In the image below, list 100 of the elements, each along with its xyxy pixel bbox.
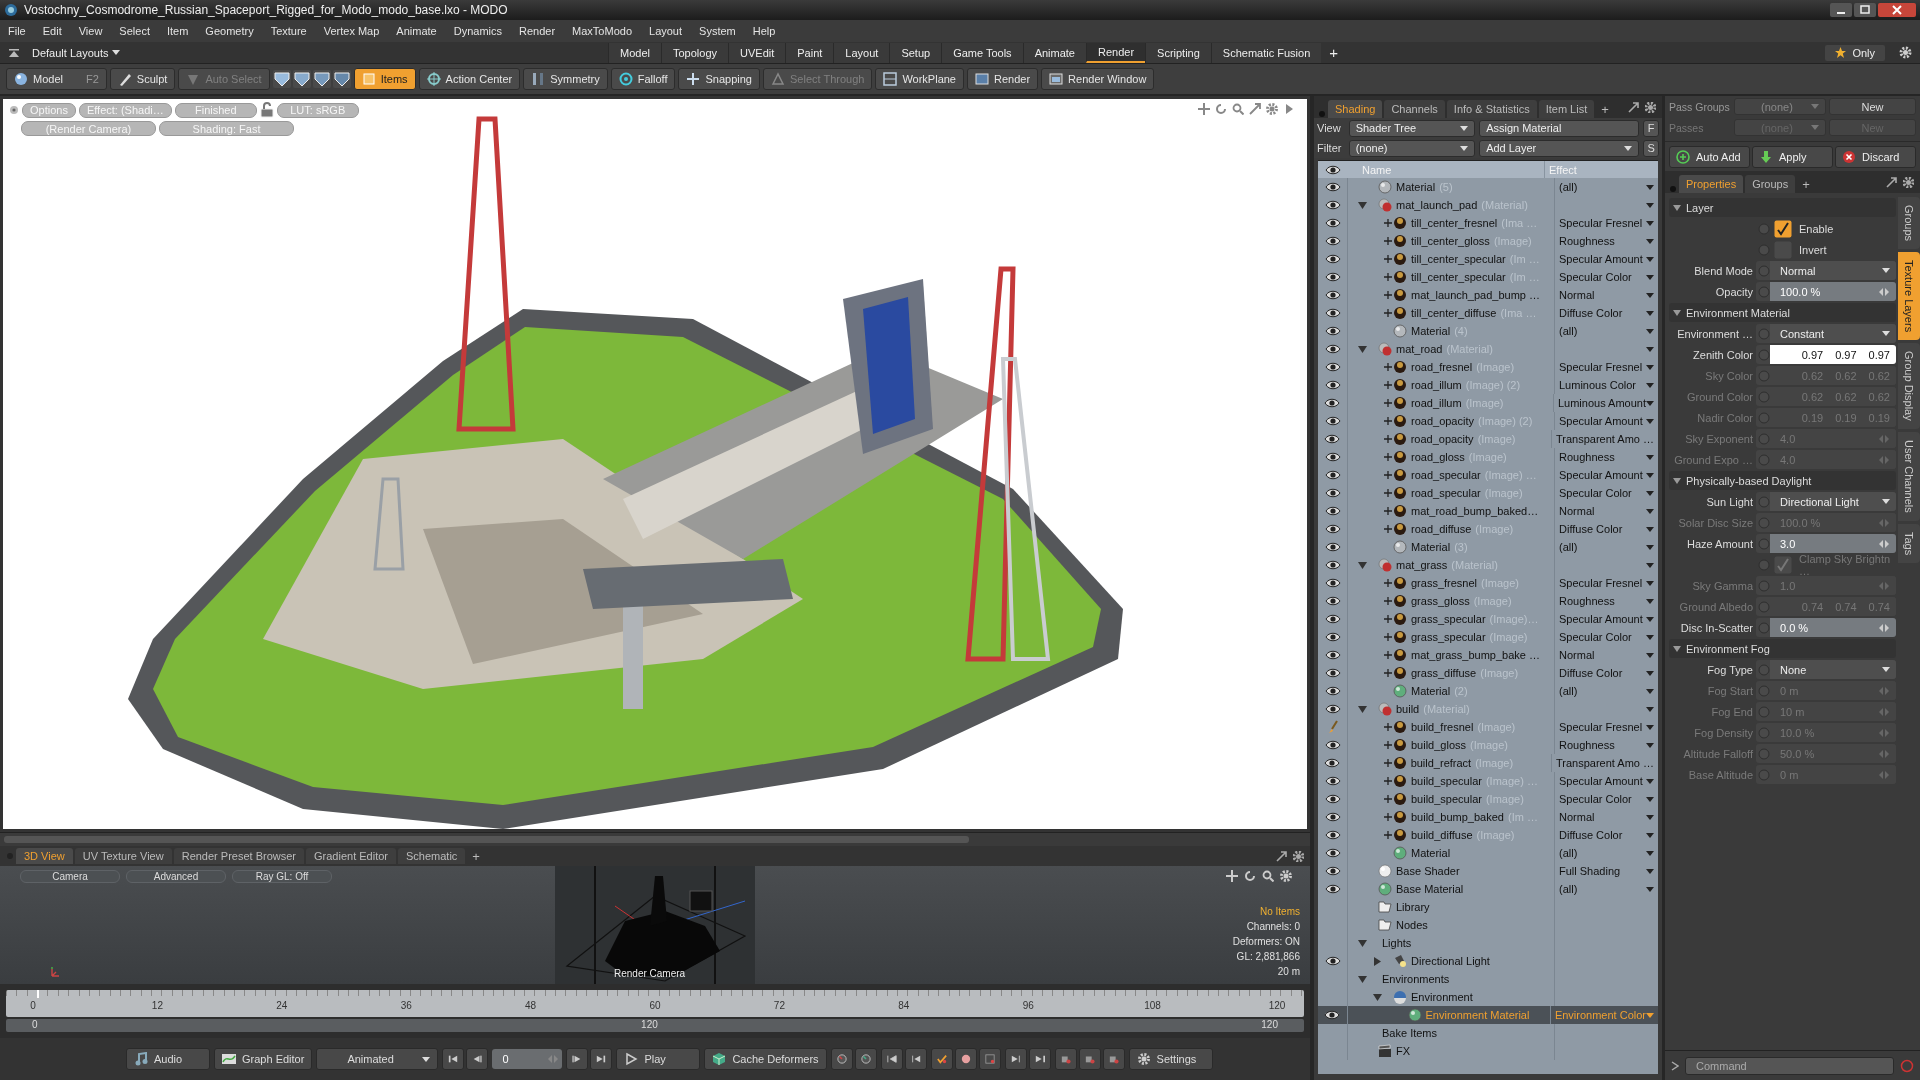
panel-tab[interactable]: Properties [1679, 175, 1744, 193]
plus-icon[interactable] [1383, 435, 1392, 443]
caret-icon[interactable] [1646, 310, 1654, 316]
side-tab[interactable]: Groups [1898, 197, 1920, 250]
plus-icon[interactable] [1384, 237, 1392, 245]
menu-item[interactable]: MaxToModo [572, 25, 632, 37]
plus-icon[interactable] [1383, 399, 1392, 407]
caret-icon[interactable] [1646, 580, 1654, 586]
eye-icon[interactable] [1324, 668, 1341, 678]
toggle-button[interactable]: F [1643, 119, 1659, 137]
close-icon[interactable] [1878, 3, 1916, 17]
eye-icon[interactable] [1324, 884, 1341, 894]
action-button[interactable]: Apply [1752, 145, 1833, 168]
panel-tab[interactable]: Shading [1328, 100, 1383, 118]
dropdown[interactable]: (none) [1348, 139, 1476, 157]
settings-icon[interactable] [1903, 176, 1914, 188]
plus-icon[interactable] [1383, 759, 1392, 767]
layout-tab[interactable]: Topology [660, 42, 728, 63]
plus-icon[interactable] [1384, 291, 1392, 299]
shield-icon[interactable] [292, 70, 311, 88]
transport-button[interactable]: Play [616, 1048, 701, 1070]
channel-dot-icon[interactable] [1758, 243, 1770, 256]
transport-button[interactable]: Cache Deformers [704, 1048, 827, 1070]
skip-start-icon[interactable] [442, 1048, 465, 1070]
layout-tab[interactable]: Scripting [1145, 42, 1211, 63]
plus-icon[interactable] [1384, 507, 1392, 515]
tree-row[interactable]: Lights [1318, 934, 1658, 952]
caret-icon[interactable] [1646, 490, 1654, 496]
tree-row[interactable]: Environment Material Environment Color [1318, 1006, 1658, 1024]
settings-icon[interactable] [1266, 103, 1278, 115]
layout-tab[interactable]: Model [608, 42, 661, 63]
eye-icon[interactable] [1324, 452, 1341, 462]
add-tab-button[interactable]: + [1321, 42, 1347, 63]
eye-icon[interactable] [1324, 614, 1341, 624]
view-option[interactable]: Advanced [126, 870, 226, 883]
eye-icon[interactable] [1324, 254, 1341, 264]
eye-icon[interactable] [1324, 200, 1341, 210]
plus-icon[interactable] [1384, 741, 1392, 749]
plus-icon[interactable] [1384, 777, 1392, 785]
caret-icon[interactable] [1646, 328, 1654, 334]
shield-icon[interactable] [332, 70, 351, 88]
menu-item[interactable]: View [78, 25, 103, 37]
eye-icon[interactable] [1324, 506, 1341, 516]
layout-tab[interactable]: UVEdit [728, 42, 786, 63]
toolbar-button[interactable]: Snapping [678, 68, 760, 90]
maximize-icon[interactable] [1886, 176, 1897, 188]
eye-icon[interactable] [1324, 542, 1341, 552]
dropdown[interactable]: Shader Tree [1348, 119, 1476, 137]
dropdown[interactable]: Normal [1770, 261, 1896, 280]
plus-icon[interactable] [1384, 597, 1392, 605]
eye-icon[interactable] [1324, 830, 1341, 840]
caret-icon[interactable] [1646, 796, 1654, 802]
caret-icon[interactable] [1646, 544, 1654, 550]
eye-icon[interactable] [1324, 704, 1341, 714]
channel-dot-icon[interactable] [1758, 663, 1770, 676]
expand-icon[interactable] [1671, 1060, 1679, 1071]
section-header[interactable]: Environment Material [1669, 303, 1896, 322]
maximize-icon[interactable] [1249, 103, 1261, 115]
tree-row[interactable]: Base Material (all) [1318, 880, 1658, 898]
caret-icon[interactable] [1646, 724, 1654, 730]
step-back-icon[interactable] [466, 1048, 489, 1070]
eye-icon[interactable] [1324, 632, 1341, 642]
frame-field[interactable]: 0 [492, 1049, 563, 1069]
caret-icon[interactable] [1646, 616, 1654, 622]
new-button[interactable]: New [1829, 98, 1916, 115]
plus-icon[interactable] [1384, 579, 1392, 587]
expanded-icon[interactable] [1357, 938, 1367, 948]
toolbar-button[interactable]: Symmetry [523, 68, 608, 90]
channel-dot-icon[interactable] [1758, 327, 1770, 340]
maximize-icon[interactable] [1628, 101, 1639, 113]
view-option[interactable]: Ray GL: Off [232, 870, 332, 883]
layout-tab[interactable]: Layout [833, 42, 890, 63]
channel-dot-icon[interactable] [1758, 222, 1770, 235]
tree-row[interactable]: Material (all) [1318, 844, 1658, 862]
plus-icon[interactable] [1384, 471, 1392, 479]
tree-row[interactable]: Base Shader Full Shading [1318, 862, 1658, 880]
toolbar-button[interactable]: Falloff [610, 68, 676, 90]
toolbar-button[interactable]: Render Window [1041, 68, 1155, 90]
eye-icon[interactable] [1324, 326, 1341, 336]
zoom-icon[interactable] [1262, 870, 1274, 882]
plus-icon[interactable] [1384, 795, 1392, 803]
menu-item[interactable]: System [699, 25, 736, 37]
play-icon[interactable] [1283, 103, 1295, 115]
transport-button[interactable]: Audio [126, 1048, 210, 1070]
tree-row[interactable]: FX [1318, 1042, 1658, 1060]
caret-icon[interactable] [1646, 184, 1654, 190]
shield-icon[interactable] [312, 70, 331, 88]
channel-dot-icon[interactable] [1758, 264, 1770, 277]
toggle-button[interactable]: S [1643, 139, 1659, 157]
key-prev-icon[interactable] [880, 1048, 903, 1070]
eye-icon[interactable] [1324, 398, 1341, 408]
dropdown[interactable]: None [1770, 660, 1896, 679]
caret-icon[interactable] [1646, 832, 1654, 838]
tree-row[interactable]: mat_launch_pad_bump … Normal [1318, 286, 1658, 304]
eye-icon[interactable] [1324, 650, 1341, 660]
transport-button[interactable]: Graph Editor [214, 1048, 313, 1070]
layout-tab[interactable]: Schematic Fusion [1210, 42, 1322, 63]
caret-icon[interactable] [1646, 364, 1654, 370]
gauge-icon[interactable] [830, 1048, 853, 1070]
menu-item[interactable]: Layout [649, 25, 683, 37]
